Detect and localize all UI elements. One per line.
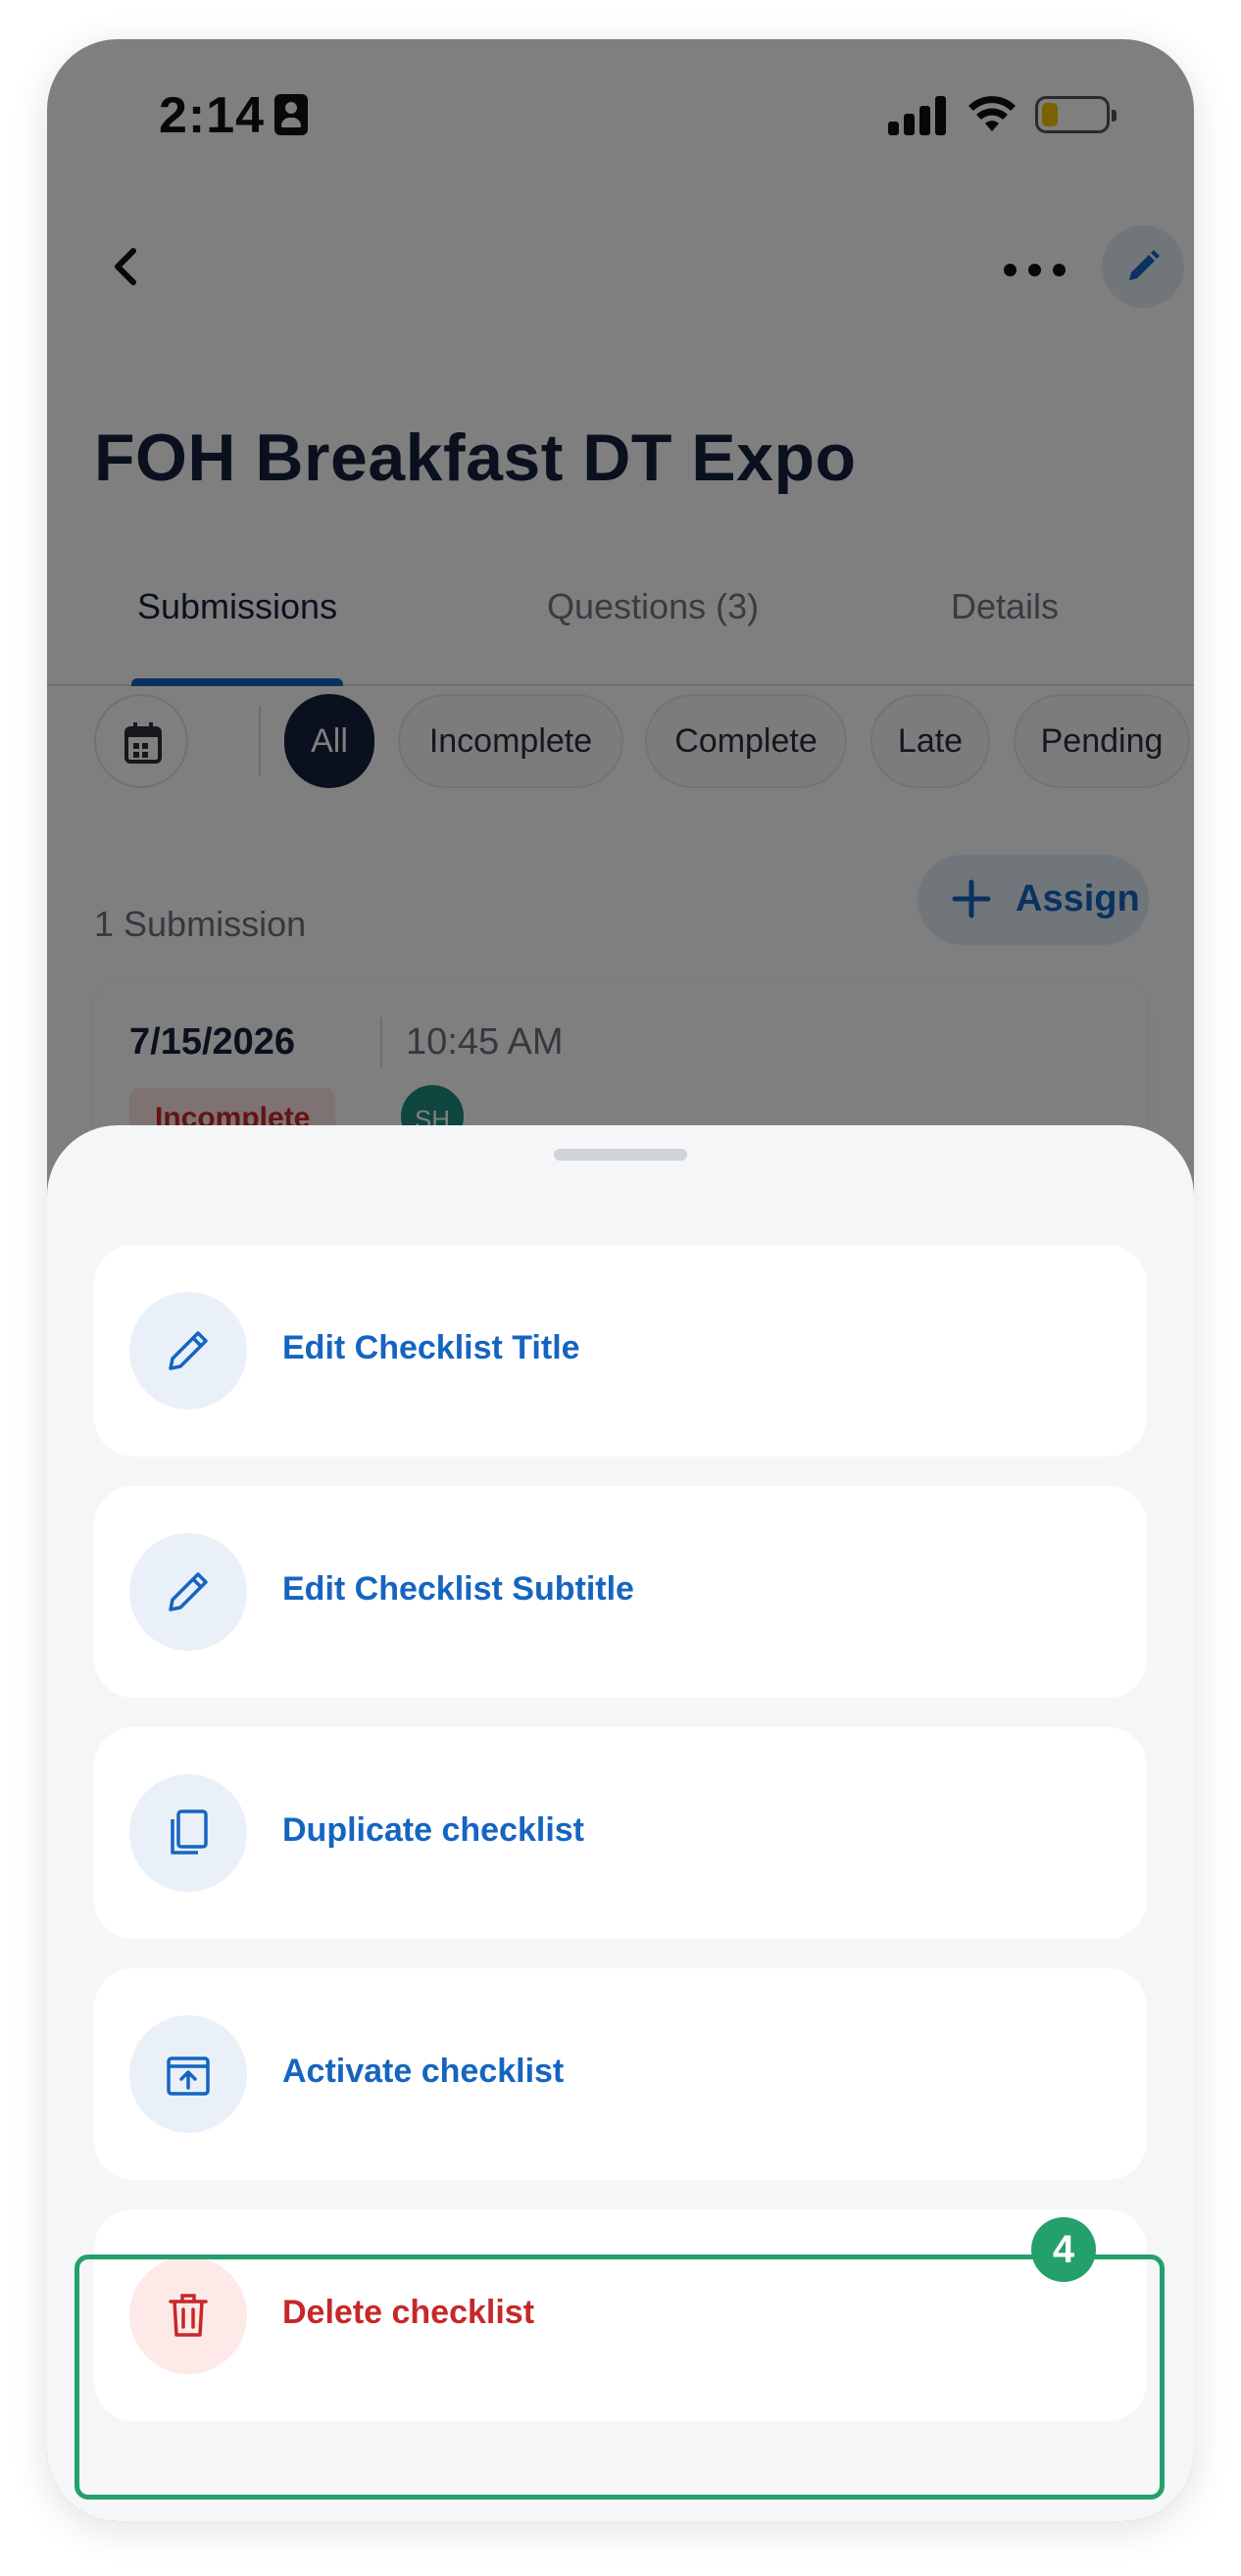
pencil-icon — [169, 1572, 208, 1611]
sheet-drag-handle[interactable] — [554, 1149, 687, 1161]
phone-frame: 2:14 FOH — [47, 39, 1194, 2521]
duplicate-checklist-button[interactable]: Duplicate checklist — [94, 1727, 1147, 1939]
activate-checklist-button[interactable]: Activate checklist — [94, 1968, 1147, 2180]
pencil-icon — [169, 1331, 208, 1370]
step-number-badge: 4 — [1031, 2217, 1096, 2282]
archive-upload-icon — [167, 2056, 210, 2096]
edit-checklist-subtitle-button[interactable]: Edit Checklist Subtitle — [94, 1486, 1147, 1698]
item-label: Edit Checklist Title — [282, 1329, 580, 1366]
step-highlight-outline — [74, 2254, 1165, 2500]
item-label: Edit Checklist Subtitle — [282, 1570, 634, 1608]
item-label: Activate checklist — [282, 2053, 565, 2090]
actions-bottom-sheet: Edit Checklist Title Edit Checklist Subt… — [47, 1125, 1194, 2521]
copy-icon — [171, 1809, 208, 1855]
item-label: Duplicate checklist — [282, 1811, 585, 1849]
edit-checklist-title-button[interactable]: Edit Checklist Title — [94, 1245, 1147, 1457]
